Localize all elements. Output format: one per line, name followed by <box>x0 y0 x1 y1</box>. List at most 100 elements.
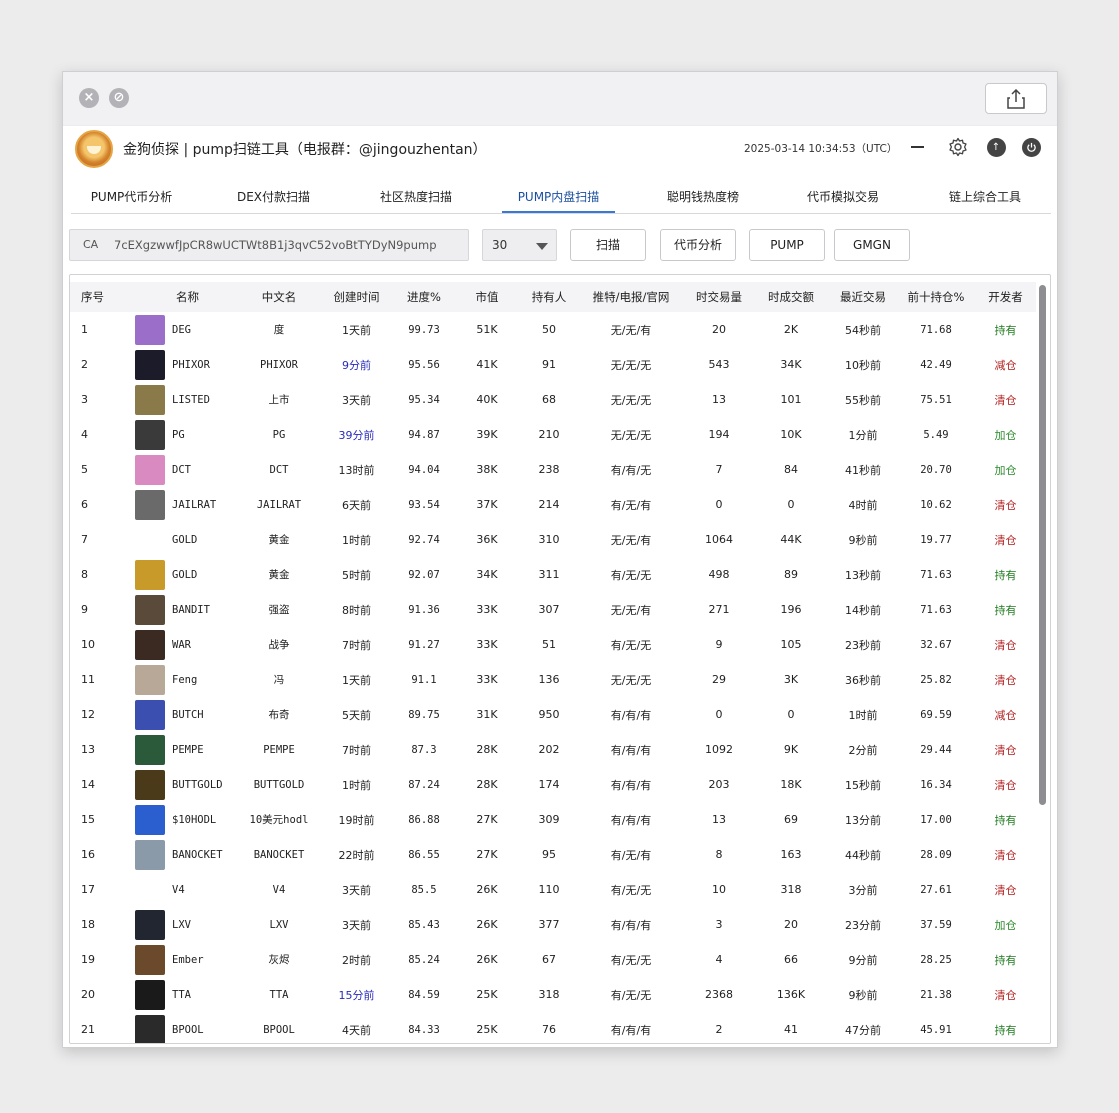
table-row[interactable]: 8 GOLD 黄金 5时前 92.07 34K 311 有/无/无 498 89 13秒前 71.63… <box>70 557 1036 592</box>
close-icon[interactable]: × <box>79 88 99 108</box>
table-row[interactable]: 21 BPOOL BPOOL 4天前 84.33 25K 76 有/有/有 2 41 47分前 45.… <box>70 1012 1036 1043</box>
row-index-cell: 13 <box>81 743 95 756</box>
market-cap-cell: 28K <box>476 778 498 791</box>
scan-button[interactable]: 扫描 <box>570 229 646 261</box>
token-name-cell: BUTCH <box>135 697 240 732</box>
market-cap-cell: 36K <box>476 533 498 546</box>
table-row[interactable]: 5 DCT DCT 13时前 94.04 38K 238 有/有/无 7 84 41秒前 20.70 加… <box>70 452 1036 487</box>
minimize-icon[interactable] <box>906 136 928 158</box>
top10-holding-cell: 19.77 <box>920 533 952 546</box>
developer-status-cell: 清仓 <box>994 883 1017 897</box>
gmgn-button[interactable]: GMGN <box>834 229 910 261</box>
holders-cell: 76 <box>542 1023 556 1036</box>
socials-cell: 有/无/无 <box>610 568 652 582</box>
row-index-cell: 3 <box>81 393 88 406</box>
vertical-scrollbar[interactable] <box>1039 285 1046 805</box>
table-row[interactable]: 15 $10HODL 10美元hodl 19时前 86.88 27K 309 有/有/有 13 6… <box>70 802 1036 837</box>
token-avatar <box>135 454 165 485</box>
table-row[interactable]: 17 V4 V4 3天前 85.5 26K 110 有/无/无 10 318 3分前 27.61 清仓 <box>70 872 1036 907</box>
table-row[interactable]: 10 WAR 战争 7时前 91.27 33K 51 有/无/无 9 105 23秒前 32.67 清仓 <box>70 627 1036 662</box>
tab-community-heat-scan[interactable]: 社区热度扫描 <box>367 182 465 213</box>
table-row[interactable]: 9 BANDIT 强盗 8时前 91.36 33K 307 无/无/有 271 196 14秒前 71… <box>70 592 1036 627</box>
holders-cell: 202 <box>538 743 560 756</box>
column-header[interactable]: 前十持仓% <box>897 282 975 312</box>
column-header[interactable]: 序号 <box>70 282 135 312</box>
block-icon[interactable]: ⊘ <box>109 88 129 108</box>
tab-pump-inner-scan[interactable]: PUMP内盘扫描 <box>502 182 615 213</box>
table-row[interactable]: 1 DEG 度 1天前 99.73 51K 50 无/无/有 20 2K 54秒前 71.68 持有 <box>70 312 1036 347</box>
hourly-volume-cell: 20 <box>784 918 798 931</box>
progress-cell: 89.75 <box>408 708 440 721</box>
progress-cell: 91.1 <box>411 673 437 686</box>
table-row[interactable]: 12 BUTCH 布奇 5天前 89.75 31K 950 有/有/有 0 0 1时前 69.59 减仓 <box>70 697 1036 732</box>
tab-pump-analysis[interactable]: PUMP代币分析 <box>79 182 184 213</box>
table-row[interactable]: 7 GOLD 黄金 1时前 92.74 36K 310 无/无/有 1064 44K 9秒前 19.7… <box>70 522 1036 557</box>
count-select[interactable]: 30 <box>482 229 557 261</box>
table-row[interactable]: 2 PHIXOR PHIXOR 9分前 95.56 41K 91 无/无/无 543 34K 10秒… <box>70 347 1036 382</box>
column-header[interactable]: 推特/电报/官网 <box>577 282 685 312</box>
created-time-cell: 5天前 <box>342 708 371 722</box>
tab-smart-money-rank[interactable]: 聪明钱热度榜 <box>655 182 751 213</box>
market-cap-cell: 33K <box>476 638 498 651</box>
table-row[interactable]: 16 BANOCKET BANOCKET 22时前 86.55 27K 95 有/无/有 8 16… <box>70 837 1036 872</box>
column-header[interactable]: 创建时间 <box>318 282 395 312</box>
column-header[interactable]: 最近交易 <box>829 282 897 312</box>
hourly-tx-count-cell: 20 <box>712 323 726 336</box>
gear-icon[interactable] <box>947 136 969 158</box>
ca-input[interactable] <box>114 235 454 255</box>
developer-status-cell: 清仓 <box>994 778 1017 792</box>
developer-status-cell: 清仓 <box>994 498 1017 512</box>
column-header[interactable]: 开发者 <box>975 282 1036 312</box>
column-header[interactable]: 时成交额 <box>753 282 829 312</box>
column-header[interactable]: 持有人 <box>521 282 577 312</box>
power-icon[interactable] <box>1020 136 1042 158</box>
last-trade-cell: 55秒前 <box>845 393 881 407</box>
table-row[interactable]: 19 Ember 灰烬 2时前 85.24 26K 67 有/无/无 4 66 9分前 28.25 持有 <box>70 942 1036 977</box>
tab-onchain-tools[interactable]: 链上综合工具 <box>937 182 1033 213</box>
table-row[interactable]: 14 BUTTGOLD BUTTGOLD 1时前 87.24 28K 174 有/有/有 203… <box>70 767 1036 802</box>
token-analysis-button[interactable]: 代币分析 <box>660 229 736 261</box>
column-header[interactable]: 中文名 <box>240 282 318 312</box>
created-time-cell: 3天前 <box>342 918 371 932</box>
progress-cell: 92.07 <box>408 568 440 581</box>
table-row[interactable]: 6 JAILRAT JAILRAT 6天前 93.54 37K 214 有/无/有 0 0 4时前 1… <box>70 487 1036 522</box>
hourly-tx-count-cell: 203 <box>708 778 730 791</box>
created-time-cell: 8时前 <box>342 603 371 617</box>
tab-bar: PUMP代币分析 DEX付款扫描 社区热度扫描 PUMP内盘扫描 聪明钱热度榜 … <box>71 182 1051 214</box>
socials-cell: 无/无/无 <box>610 673 652 687</box>
column-header[interactable]: 市值 <box>453 282 521 312</box>
token-avatar <box>135 839 165 870</box>
top10-holding-cell: 27.61 <box>920 883 952 896</box>
token-symbol: Ember <box>172 953 204 966</box>
last-trade-cell: 23秒前 <box>845 638 881 652</box>
market-cap-cell: 27K <box>476 848 498 861</box>
table-row[interactable]: 4 PG PG 39分前 94.87 39K 210 无/无/无 194 10K 1分前 5.49 加仓 <box>70 417 1036 452</box>
holders-cell: 311 <box>538 568 560 581</box>
table-row[interactable]: 11 Feng 冯 1天前 91.1 33K 136 无/无/无 29 3K 36秒前 25.82 清仓 <box>70 662 1036 697</box>
pump-button[interactable]: PUMP <box>749 229 825 261</box>
hourly-tx-count-cell: 2 <box>715 1023 723 1036</box>
cn-name-cell: DCT <box>269 463 289 476</box>
last-trade-cell: 13分前 <box>845 813 881 827</box>
created-time-cell: 13时前 <box>338 463 375 477</box>
tab-sim-trade[interactable]: 代币模拟交易 <box>795 182 891 213</box>
token-symbol: PG <box>172 428 185 441</box>
tab-dex-payment-scan[interactable]: DEX付款扫描 <box>226 182 321 213</box>
table-row[interactable]: 18 LXV LXV 3天前 85.43 26K 377 有/有/有 3 20 23分前 37.59 加… <box>70 907 1036 942</box>
share-button[interactable] <box>985 83 1047 114</box>
developer-status-cell: 清仓 <box>994 743 1017 757</box>
hourly-tx-count-cell: 0 <box>715 498 723 511</box>
token-avatar <box>135 699 165 730</box>
token-name-cell: JAILRAT <box>135 487 240 522</box>
upload-icon[interactable]: ↑ <box>985 136 1007 158</box>
table-row[interactable]: 13 PEMPE PEMPE 7时前 87.3 28K 202 有/有/有 1092 9K 2分前 2… <box>70 732 1036 767</box>
token-avatar <box>135 769 165 800</box>
token-table-container: 序号 名称 中文名 创建时间 进度% 市值 持有人 推特/电报/官网 时交易量 时成交额 最近交易前… <box>69 274 1051 1044</box>
market-cap-cell: 31K <box>476 708 498 721</box>
column-header[interactable]: 名称 <box>135 282 240 312</box>
column-header[interactable]: 时交易量 <box>685 282 753 312</box>
top10-holding-cell: 17.00 <box>920 813 952 826</box>
column-header[interactable]: 进度% <box>395 282 453 312</box>
table-row[interactable]: 20 TTA TTA 15分前 84.59 25K 318 有/无/无 2368 136K 9秒前 2… <box>70 977 1036 1012</box>
table-row[interactable]: 3 LISTED 上市 3天前 95.34 40K 68 无/无/无 13 101 55秒前 75.5… <box>70 382 1036 417</box>
